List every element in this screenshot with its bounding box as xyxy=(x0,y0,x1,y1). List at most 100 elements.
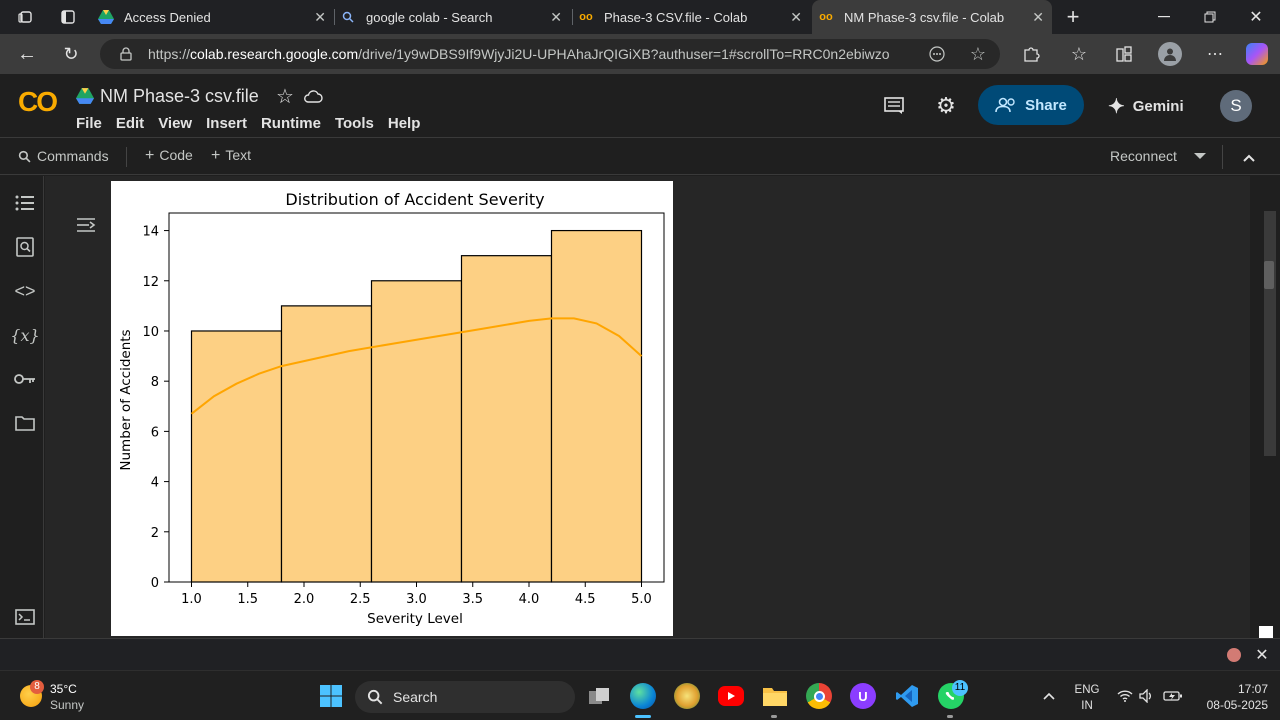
y-tick-label: 6 xyxy=(151,425,159,440)
gemini-button[interactable]: ✦ Gemini xyxy=(1108,94,1184,119)
y-tick-label: 0 xyxy=(151,576,159,591)
tab-google-colab-search[interactable]: google colab - Search ✕ xyxy=(340,0,570,34)
close-tab-icon[interactable]: ✕ xyxy=(790,9,802,26)
secrets-key-icon[interactable] xyxy=(13,369,37,389)
task-view-icon[interactable] xyxy=(586,683,612,709)
reload-icon[interactable]: ↻ xyxy=(60,43,82,65)
windows-taskbar: 8 35°C Sunny Search U 11 ENG IN 17:07 08… xyxy=(0,670,1280,720)
close-panel-icon[interactable]: ✕ xyxy=(1252,645,1272,665)
menu-help[interactable]: Help xyxy=(388,115,421,132)
toolbar-divider xyxy=(1222,145,1223,169)
menu-runtime[interactable]: Runtime xyxy=(261,115,321,132)
cloud-saved-icon[interactable] xyxy=(302,86,324,106)
active-app-indicator xyxy=(635,715,651,718)
close-tab-icon[interactable]: ✕ xyxy=(1032,9,1044,26)
settings-gear-icon[interactable]: ⚙ xyxy=(934,93,958,118)
proton-vpn-icon[interactable]: U xyxy=(850,683,876,709)
menu-insert[interactable]: Insert xyxy=(206,115,247,132)
google-drive-icon xyxy=(76,88,94,104)
back-icon[interactable]: ← xyxy=(16,43,38,65)
file-explorer-icon[interactable] xyxy=(762,683,788,709)
clock-time: 17:07 xyxy=(1237,682,1268,696)
scroll-track-end xyxy=(1259,626,1273,638)
restore-icon[interactable] xyxy=(1196,8,1224,26)
x-tick-label: 3.5 xyxy=(462,592,483,607)
weather-badge: 8 xyxy=(30,680,44,694)
open-app-indicator xyxy=(947,715,953,718)
tab-actions-icon[interactable] xyxy=(58,8,78,26)
collections-icon[interactable] xyxy=(1114,44,1134,64)
plus-icon: + xyxy=(211,147,221,164)
volume-icon[interactable] xyxy=(1138,687,1156,705)
add-code-button[interactable]: + Code xyxy=(145,147,193,165)
tab-title: Phase-3 CSV.file - Colab xyxy=(604,9,748,25)
colab-logo[interactable]: CO xyxy=(18,86,58,118)
menu-view[interactable]: View xyxy=(158,115,192,132)
y-tick-label: 10 xyxy=(142,325,159,340)
language-indicator[interactable]: ENG IN xyxy=(1072,682,1102,714)
youtube-icon[interactable] xyxy=(718,686,744,706)
star-icon[interactable]: ☆ xyxy=(274,85,296,108)
notebook-scrollbar[interactable] xyxy=(1251,176,1280,638)
terminal-icon[interactable] xyxy=(14,607,36,627)
close-tab-icon[interactable]: ✕ xyxy=(314,9,326,26)
gemini-label: Gemini xyxy=(1132,98,1184,115)
vscode-icon[interactable] xyxy=(894,683,920,709)
url-field[interactable]: https://colab.research.google.com/drive/… xyxy=(100,39,1000,69)
files-folder-icon[interactable] xyxy=(14,413,36,433)
variables-icon[interactable]: {x} xyxy=(10,324,40,346)
output-actions-icon[interactable] xyxy=(75,214,97,236)
app-emblem-icon[interactable] xyxy=(674,683,700,709)
scroll-thumb[interactable] xyxy=(1264,261,1274,289)
show-hidden-icons-chevron[interactable] xyxy=(1040,687,1058,705)
chrome-icon[interactable] xyxy=(806,683,832,709)
weather-widget[interactable]: 8 35°C Sunny xyxy=(18,679,128,713)
profile-icon[interactable] xyxy=(1158,42,1182,66)
chart-title: Distribution of Accident Severity xyxy=(285,190,544,209)
browser-tab-strip: Access Denied ✕ google colab - Search ✕ … xyxy=(0,0,1280,34)
comments-icon[interactable] xyxy=(882,94,906,118)
tab-access-denied[interactable]: Access Denied ✕ xyxy=(98,0,334,34)
histogram-chart: Distribution of Accident Severity Severi… xyxy=(118,190,665,627)
find-replace-icon[interactable] xyxy=(14,236,36,258)
commands-button[interactable]: Commands xyxy=(18,148,109,164)
notebook-title[interactable]: NM Phase-3 csv.file xyxy=(100,86,259,107)
more-menu-icon[interactable]: ⋯ xyxy=(1204,43,1226,65)
collapse-chevron-icon[interactable] xyxy=(1242,150,1256,166)
wifi-icon[interactable] xyxy=(1116,687,1134,705)
runtime-dropdown-icon[interactable] xyxy=(1194,153,1206,159)
minimize-icon[interactable] xyxy=(1150,8,1178,26)
tab-phase-3-csv-colab[interactable]: oo Phase-3 CSV.file - Colab ✕ xyxy=(578,0,810,34)
copilot-icon[interactable] xyxy=(1246,43,1268,65)
share-button[interactable]: Share xyxy=(978,85,1084,125)
bookmark-star-icon[interactable]: ☆ xyxy=(968,44,988,64)
favorites-icon[interactable]: ☆ xyxy=(1068,43,1090,65)
menu-edit[interactable]: Edit xyxy=(116,115,144,132)
url-prefix: https:// xyxy=(148,46,191,62)
account-avatar[interactable]: S xyxy=(1220,90,1252,122)
histogram-bar xyxy=(280,305,373,583)
x-tick-label: 1.0 xyxy=(181,592,202,607)
site-info-icon[interactable] xyxy=(118,46,134,62)
more-info-icon[interactable] xyxy=(928,45,946,63)
add-text-button[interactable]: + Text xyxy=(211,147,251,165)
battery-icon[interactable] xyxy=(1162,687,1184,705)
taskbar-search-box[interactable]: Search xyxy=(355,681,575,713)
new-tab-icon[interactable]: + xyxy=(1062,4,1084,29)
reconnect-button[interactable]: Reconnect xyxy=(1110,148,1177,164)
code-snippets-icon[interactable]: <> xyxy=(12,280,38,302)
close-window-icon[interactable]: ✕ xyxy=(1242,8,1270,26)
clock[interactable]: 17:07 08-05-2025 xyxy=(1192,681,1268,713)
extensions-icon[interactable] xyxy=(1020,44,1042,64)
tab-nm-phase-3-colab[interactable]: oo NM Phase-3 csv.file - Colab ✕ xyxy=(812,0,1052,34)
edge-browser-icon[interactable] xyxy=(630,683,656,709)
windows-start-icon[interactable] xyxy=(318,683,344,709)
colab-icon: oo xyxy=(579,11,593,23)
menu-file[interactable]: File xyxy=(76,115,102,132)
y-tick-label: 12 xyxy=(142,275,159,290)
google-drive-icon xyxy=(98,9,114,25)
table-of-contents-icon[interactable] xyxy=(14,192,36,214)
workspaces-icon[interactable] xyxy=(16,8,36,26)
menu-tools[interactable]: Tools xyxy=(335,115,374,132)
close-tab-icon[interactable]: ✕ xyxy=(550,9,562,26)
